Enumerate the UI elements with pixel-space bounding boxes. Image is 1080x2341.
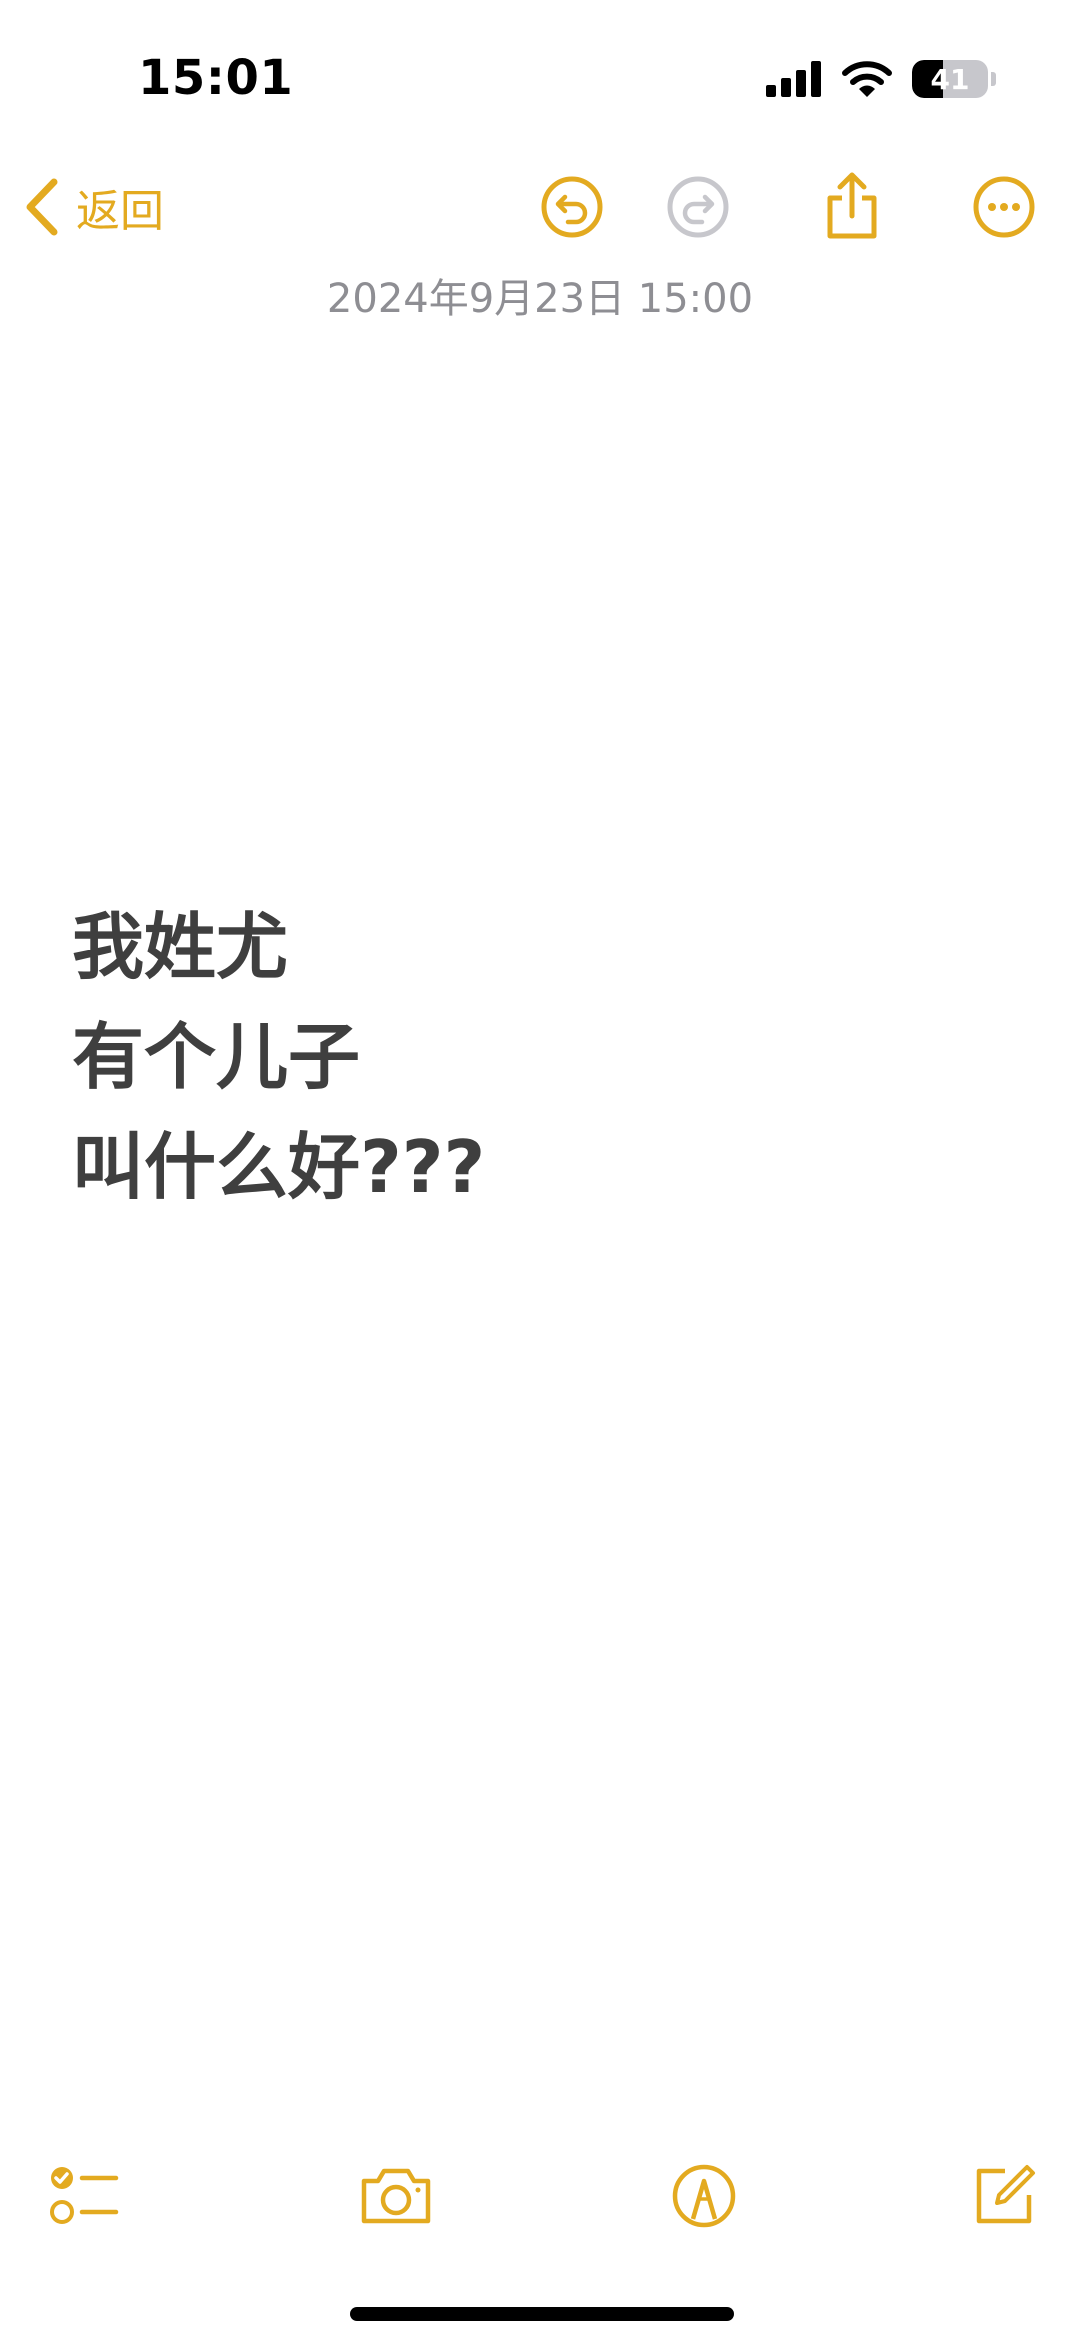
checklist-icon — [50, 2167, 119, 2224]
battery-indicator: 41 — [912, 60, 988, 98]
wifi-icon — [842, 61, 892, 97]
share-icon — [827, 172, 877, 239]
undo-button[interactable] — [537, 172, 607, 242]
camera-button[interactable] — [356, 2156, 436, 2236]
more-button[interactable] — [969, 172, 1039, 242]
notes-screen: 15:01 41 返回 2024年9月23日 15:00 我姓尤 有个儿子 叫什… — [0, 0, 1080, 2341]
checklist-button[interactable] — [44, 2156, 124, 2236]
undo-icon — [541, 176, 603, 238]
back-label: 返回 — [76, 186, 164, 237]
note-line: 我姓尤 — [72, 905, 289, 989]
compose-button[interactable] — [964, 2156, 1044, 2236]
redo-button[interactable] — [663, 172, 733, 242]
note-line: 叫什么好??? — [72, 1125, 486, 1209]
markup-button[interactable] — [664, 2156, 744, 2236]
compose-icon — [976, 2165, 1035, 2224]
note-body[interactable]: 我姓尤 有个儿子 叫什么好??? — [72, 892, 1012, 1222]
status-icons: 41 — [766, 58, 996, 100]
battery-level: 41 — [930, 62, 970, 96]
cellular-signal-icon — [766, 61, 821, 97]
back-button[interactable]: 返回 — [22, 172, 164, 242]
camera-icon — [361, 2168, 431, 2224]
status-time: 15:01 — [138, 50, 294, 106]
share-button[interactable] — [817, 172, 887, 242]
chevron-left-icon — [26, 178, 58, 236]
home-indicator[interactable] — [350, 2307, 734, 2321]
markup-icon — [672, 2164, 736, 2228]
more-icon — [973, 176, 1035, 238]
note-line: 有个儿子 — [72, 1015, 361, 1099]
note-date: 2024年9月23日 15:00 — [326, 276, 754, 322]
battery-cap — [991, 72, 996, 86]
redo-icon — [667, 176, 729, 238]
